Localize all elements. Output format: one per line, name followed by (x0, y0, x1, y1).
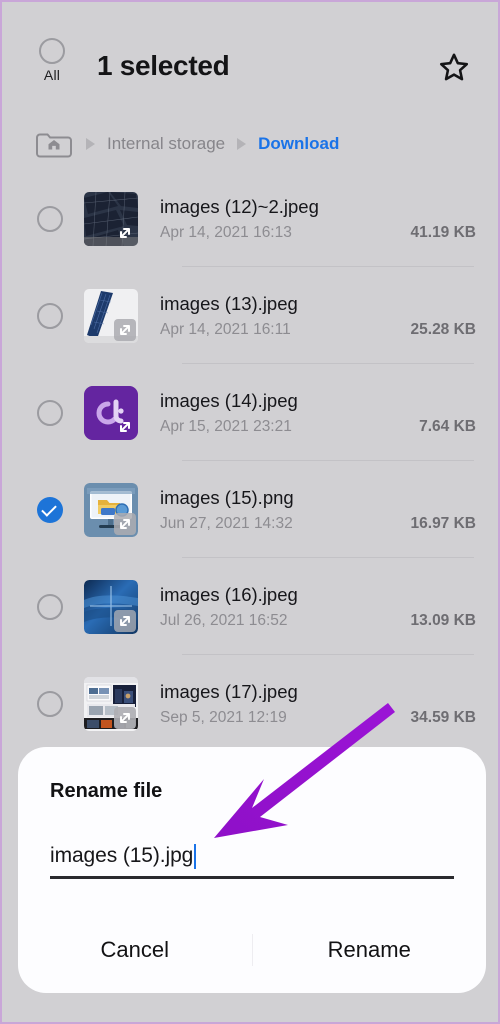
file-thumbnail (84, 385, 138, 440)
table-row[interactable]: images (16).jpeg Jul 26, 2021 16:52 13.0… (2, 558, 498, 655)
file-name: images (16).jpeg (160, 584, 298, 605)
file-info: images (17).jpeg Sep 5, 2021 12:19 34.59… (160, 680, 498, 727)
rename-button[interactable]: Rename (253, 937, 487, 963)
file-info: images (14).jpeg Apr 15, 2021 23:21 7.64… (160, 389, 498, 436)
text-caret (194, 843, 197, 869)
tilted-solar-panel-photo (84, 288, 138, 343)
file-size: 41.19 KB (410, 224, 476, 241)
file-thumbnail (84, 288, 138, 343)
file-size: 7.64 KB (419, 418, 476, 435)
purple-app-logo (84, 385, 138, 440)
file-info: images (12)~2.jpeg Apr 14, 2021 16:13 41… (160, 195, 498, 242)
rename-input[interactable]: images (15).jpg (50, 844, 193, 868)
file-manager-screen: All 1 selected Internal storage Download (0, 0, 500, 1024)
breadcrumb-item-download[interactable]: Download (258, 134, 339, 154)
file-thumbnail (84, 191, 138, 246)
home-folder-icon[interactable] (34, 128, 74, 160)
file-date: Jul 26, 2021 16:52 (160, 612, 288, 629)
file-date: Apr 15, 2021 23:21 (160, 418, 292, 435)
page-title: 1 selected (97, 50, 230, 81)
file-info: images (13).jpeg Apr 14, 2021 16:11 25.2… (160, 292, 498, 339)
file-thumbnail (84, 676, 138, 731)
input-underline (50, 876, 454, 879)
radio-unchecked-icon[interactable] (39, 38, 65, 64)
file-size: 34.59 KB (410, 709, 476, 726)
star-outline-icon[interactable] (436, 50, 472, 86)
file-date: Jun 27, 2021 14:32 (160, 515, 293, 532)
solar-panels-photo (84, 191, 138, 246)
table-row[interactable]: images (15).png Jun 27, 2021 14:32 16.97… (2, 461, 498, 558)
select-all-control[interactable]: All (30, 38, 74, 83)
file-date: Sep 5, 2021 12:19 (160, 709, 287, 726)
file-date: Apr 14, 2021 16:11 (160, 321, 291, 338)
file-name: images (12)~2.jpeg (160, 196, 319, 217)
file-size: 25.28 KB (410, 321, 476, 338)
row-checkbox[interactable] (37, 399, 63, 426)
row-checkbox[interactable] (37, 205, 63, 232)
dialog-actions: Cancel Rename (18, 919, 486, 981)
row-checkbox[interactable] (37, 302, 63, 329)
file-name: images (17).jpeg (160, 681, 298, 702)
file-thumbnail (84, 579, 138, 634)
file-info: images (16).jpeg Jul 26, 2021 16:52 13.0… (160, 583, 498, 630)
file-date: Apr 14, 2021 16:13 (160, 224, 292, 241)
breadcrumb-item-internal-storage[interactable]: Internal storage (107, 134, 225, 154)
table-row[interactable]: images (17).jpeg Sep 5, 2021 12:19 34.59… (2, 655, 498, 752)
triangle-right-icon (237, 138, 247, 150)
file-size: 16.97 KB (410, 515, 476, 532)
triangle-right-icon (86, 138, 95, 150)
breadcrumb: Internal storage Download (2, 118, 498, 170)
file-name: images (15).png (160, 487, 294, 508)
row-checkbox[interactable] (37, 690, 63, 717)
row-checkbox[interactable] (37, 593, 63, 620)
file-info: images (15).png Jun 27, 2021 14:32 16.97… (160, 486, 498, 533)
file-explorer-monitor-icon (84, 482, 138, 537)
selection-action-bar: All 1 selected (2, 2, 498, 114)
select-all-label: All (43, 67, 61, 83)
file-thumbnail (84, 482, 138, 537)
file-size: 13.09 KB (410, 612, 476, 629)
rename-file-dialog: Rename file images (15).jpg Cancel Renam… (18, 747, 486, 993)
table-row[interactable]: images (13).jpeg Apr 14, 2021 16:11 25.2… (2, 267, 498, 364)
cancel-button[interactable]: Cancel (18, 937, 252, 963)
table-row[interactable]: images (12)~2.jpeg Apr 14, 2021 16:13 41… (2, 170, 498, 267)
table-row[interactable]: images (14).jpeg Apr 15, 2021 23:21 7.64… (2, 364, 498, 461)
desktop-screenshot-collage (84, 676, 138, 731)
dialog-title: Rename file (50, 780, 163, 802)
row-checkbox-checked[interactable] (37, 496, 63, 523)
windows-blue-wallpaper (84, 579, 138, 634)
file-name: images (13).jpeg (160, 293, 298, 314)
file-name: images (14).jpeg (160, 390, 298, 411)
rename-input-container[interactable]: images (15).jpg (50, 840, 454, 879)
file-list[interactable]: images (12)~2.jpeg Apr 14, 2021 16:13 41… (2, 170, 498, 752)
